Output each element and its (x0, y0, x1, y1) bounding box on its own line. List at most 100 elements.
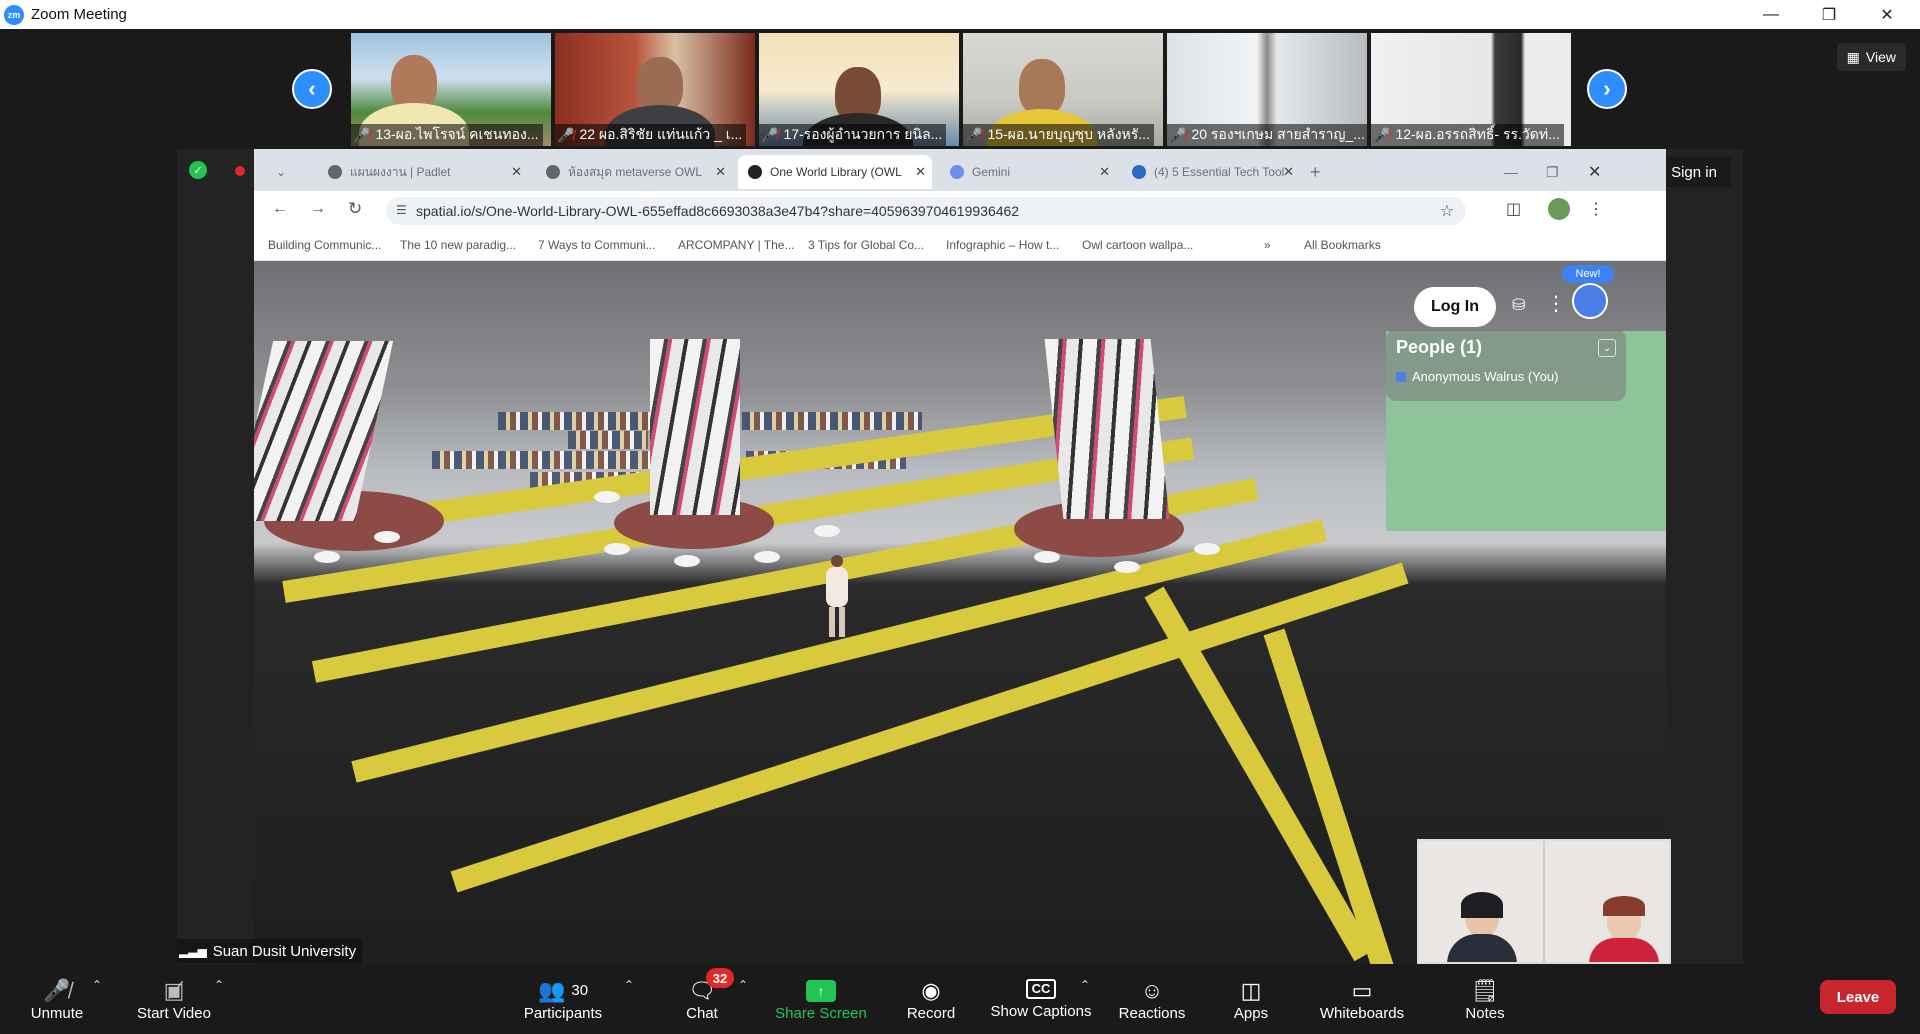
minimize-button[interactable]: — (1742, 0, 1800, 29)
chair (674, 555, 700, 567)
chair (604, 543, 630, 555)
signal-strength-icon: ▂▃▅ (179, 944, 207, 958)
apps-button[interactable]: ◫ Apps (1226, 964, 1276, 1034)
browser-minimize-button[interactable]: — (1504, 155, 1534, 189)
mic-off-icon: 🎤̸ (1169, 126, 1187, 143)
speaker-name-label: ▂▃▅ Suan Dusit University (177, 939, 363, 963)
security-shield-icon[interactable]: ✓ (189, 161, 207, 179)
leave-button[interactable]: Leave (1820, 980, 1896, 1014)
extensions-icon[interactable]: ◫ (1506, 199, 1521, 219)
profile-avatar[interactable] (1548, 198, 1570, 220)
site-info-icon[interactable]: ☰ (396, 203, 407, 217)
more-bookmarks-icon[interactable]: » (1264, 238, 1271, 252)
apps-icon: ◫ (1240, 977, 1262, 1003)
browser-close-button[interactable]: ✕ (1588, 155, 1618, 189)
participant-tile[interactable]: 🎤̸ 22 ผอ.สิริชัย แท่นแก้ว _ เ... (555, 33, 755, 146)
collapse-icon[interactable]: ⌄ (1598, 339, 1616, 357)
bookmark-item[interactable]: 3 Tips for Global Co... (808, 238, 924, 252)
reactions-button[interactable]: ☺ Reactions (1112, 964, 1192, 1034)
chair (594, 491, 620, 503)
browser-restore-button[interactable]: ❐ (1546, 155, 1576, 189)
tab-search-icon[interactable]: ⌄ (264, 155, 314, 189)
view-button[interactable]: ▦ View (1836, 43, 1906, 71)
unmute-button[interactable]: 🎤̸ Unmute (22, 964, 92, 1034)
bookmark-item[interactable]: The 10 new paradig... (400, 238, 516, 252)
bookmark-item[interactable]: 7 Ways to Communi... (538, 238, 656, 252)
bookmark-item[interactable]: ARCOMPANY | The... (678, 238, 794, 252)
whiteboard-icon: ▭ (1351, 977, 1373, 1003)
tab-tech-tools[interactable]: (4) 5 Essential Tech Tool ✕ (1122, 155, 1300, 189)
new-tab-button[interactable]: + (1310, 155, 1340, 189)
forward-icon[interactable]: → (310, 200, 326, 218)
close-tab-icon[interactable]: ✕ (715, 164, 726, 180)
new-badge: New! (1562, 265, 1614, 283)
log-in-button[interactable]: Log In (1414, 287, 1496, 327)
participant-tile[interactable]: 🎤̸ 13-ผอ.ไพโรจน์ คเชนทอง... (351, 33, 551, 146)
host-video-view[interactable] (1417, 839, 1671, 964)
browser-menu-icon[interactable]: ⋮ (1588, 199, 1604, 219)
captions-icon: CC (1026, 978, 1056, 999)
people-header: People (1) (1396, 337, 1483, 357)
restore-button[interactable]: ❐ (1800, 0, 1858, 29)
bookmark-star-icon[interactable]: ☆ (1440, 201, 1454, 221)
bookshelf (742, 412, 922, 430)
participant-label: 🎤̸ 17-รองผู้อำนวยการ ยนิล... (759, 124, 947, 146)
share-screen-button[interactable]: ↑ Share Screen (770, 964, 872, 1034)
tab-gemini[interactable]: Gemini ✕ (940, 155, 1116, 189)
strip-next-button[interactable]: › (1587, 69, 1627, 109)
sign-in-button[interactable]: Sign in (1657, 157, 1731, 187)
padlet-favicon-icon (328, 165, 342, 179)
close-tab-icon[interactable]: ✕ (511, 164, 522, 180)
more-options-icon[interactable]: ⋮ (1546, 291, 1566, 316)
bookmark-item[interactable]: Infographic – How t... (946, 238, 1059, 252)
bookshelf (432, 451, 652, 469)
participants-button[interactable]: 👥 30 Participants (516, 964, 610, 1034)
people-list-item[interactable]: Anonymous Walrus (You) (1412, 369, 1558, 384)
recording-indicator-icon (235, 166, 245, 176)
backpack-icon[interactable]: ⛁ (1512, 295, 1534, 317)
start-video-button[interactable]: ▣̸ Start Video (128, 964, 220, 1034)
reload-icon[interactable]: ↻ (348, 199, 362, 219)
close-tab-icon[interactable]: ✕ (1283, 164, 1294, 180)
participant-label: 🎤̸ 12-ผอ.อรรถสิทธิ์- รร.วัดท่... (1371, 124, 1564, 146)
chair (1034, 551, 1060, 563)
all-bookmarks-folder[interactable]: All Bookmarks (1304, 238, 1381, 252)
close-window-button[interactable]: ✕ (1858, 0, 1916, 29)
browser-tab-bar: ⌄ แผนผงงาน | Padlet ✕ ห้องสมุด metaverse … (254, 149, 1666, 191)
participant-tile[interactable]: 🎤̸ 17-รองผู้อำนวยการ ยนิล... (759, 33, 959, 146)
participant-tile[interactable]: 🎤̸ 15-ผอ.นายบุญชุบ หลังหรั... (963, 33, 1163, 146)
participant-tile[interactable]: 🎤̸ 12-ผอ.อรรถสิทธิ์- รร.วัดท่... (1371, 33, 1571, 146)
tab-metaverse[interactable]: ห้องสมุด metaverse OWL ✕ (536, 155, 732, 189)
show-captions-button[interactable]: CC Show Captions (988, 964, 1094, 1034)
participant-label: 🎤̸ 15-ผอ.นายบุญชุบ หลังหรั... (963, 124, 1154, 146)
bookmark-item[interactable]: Owl cartoon wallpa... (1082, 238, 1193, 252)
strip-prev-button[interactable]: ‹ (292, 69, 332, 109)
tab-one-world-library[interactable]: One World Library (OWL ✕ (738, 155, 932, 189)
record-button[interactable]: ◉ Record (900, 964, 962, 1034)
mic-off-icon: 🎤̸ (557, 126, 575, 143)
participant-tile[interactable]: 🎤̸ 20 รองฯเกษม สายสำราญ_... (1167, 33, 1367, 146)
chair (1194, 543, 1220, 555)
gemini-favicon-icon (950, 165, 964, 179)
zoom-logo-icon: zm (4, 4, 24, 25)
audio-options-caret[interactable]: ⌃ (92, 978, 102, 992)
back-icon[interactable]: ← (272, 200, 288, 218)
spatial-favicon-icon (748, 165, 762, 179)
video-options-caret[interactable]: ⌃ (214, 978, 224, 992)
close-tab-icon[interactable]: ✕ (915, 164, 926, 180)
user-avatar-figure (822, 555, 852, 645)
participants-options-caret[interactable]: ⌃ (624, 978, 634, 992)
pillar (650, 339, 740, 515)
presenter-figure (1447, 862, 1517, 962)
chair (754, 551, 780, 563)
chat-options-caret[interactable]: ⌃ (738, 978, 748, 992)
close-tab-icon[interactable]: ✕ (1099, 164, 1110, 180)
bookmark-item[interactable]: Building Communic... (268, 238, 381, 252)
chair (374, 531, 400, 543)
address-bar[interactable]: ☰ spatial.io/s/One-World-Library-OWL-655… (386, 197, 1466, 225)
captions-options-caret[interactable]: ⌃ (1080, 978, 1090, 992)
tab-padlet[interactable]: แผนผงงาน | Padlet ✕ (318, 155, 528, 189)
whiteboards-button[interactable]: ▭ Whiteboards (1312, 964, 1412, 1034)
spatial-avatar[interactable] (1572, 283, 1608, 319)
notes-button[interactable]: 🗒 Notes (1456, 964, 1514, 1034)
